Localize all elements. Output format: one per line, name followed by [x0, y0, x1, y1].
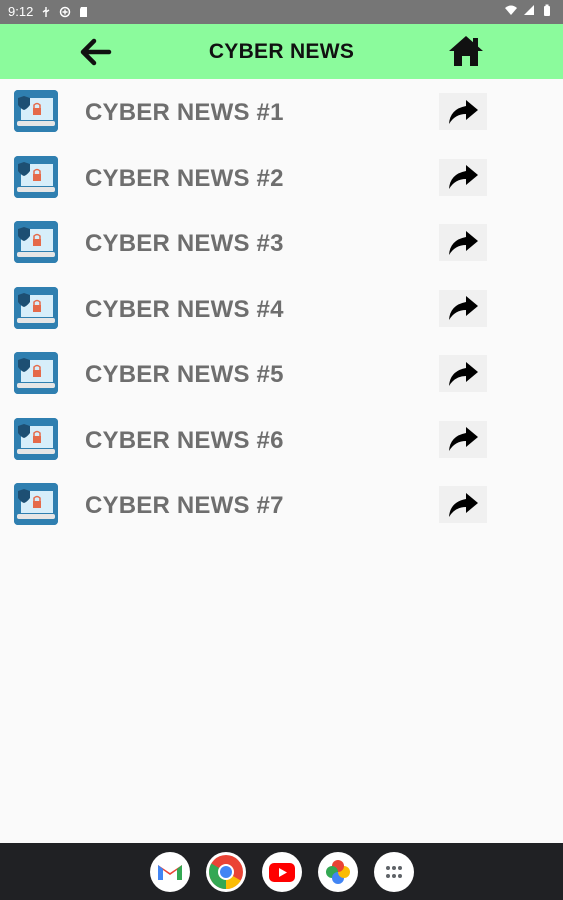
sd-card-icon [80, 6, 88, 17]
news-thumbnail [14, 221, 58, 263]
signal-icon [524, 5, 534, 15]
news-title: CYBER NEWS #6 [85, 426, 284, 454]
share-arrow-icon [449, 361, 478, 386]
status-time: 9:12 [8, 4, 34, 19]
share-button[interactable] [439, 158, 487, 196]
share-arrow-icon [449, 99, 478, 124]
news-title: CYBER NEWS #3 [85, 230, 284, 257]
list-item[interactable]: CYBER NEWS #2 [0, 145, 563, 211]
list-item[interactable]: CYBER NEWS #3 [0, 210, 563, 276]
news-title: CYBER NEWS #1 [85, 99, 284, 126]
app-bar: CYBER NEWS [0, 24, 563, 79]
share-button[interactable] [439, 224, 487, 261]
battery-icon [544, 4, 550, 16]
nav-bar [0, 843, 563, 900]
news-thumbnail [14, 286, 58, 329]
share-arrow-icon [449, 427, 478, 451]
app-drawer-icon[interactable] [374, 852, 414, 892]
list-item[interactable]: CYBER NEWS #1 [0, 79, 563, 145]
home-icon[interactable] [446, 32, 486, 70]
share-arrow-icon [449, 296, 478, 320]
data-saver-icon [60, 6, 71, 17]
share-button[interactable] [439, 93, 487, 130]
share-button[interactable] [439, 420, 487, 458]
news-list: CYBER NEWS #1 CYBER NEWS #2 CYBER NEWS #… [0, 79, 563, 538]
photos-icon[interactable] [318, 852, 358, 892]
chrome-icon[interactable] [206, 852, 246, 892]
share-button[interactable] [439, 355, 487, 392]
share-button[interactable] [439, 289, 487, 327]
news-title: CYBER NEWS #7 [85, 492, 284, 519]
share-arrow-icon [449, 165, 478, 189]
news-title: CYBER NEWS #4 [85, 295, 284, 323]
gmail-icon[interactable] [150, 852, 190, 892]
news-thumbnail [14, 155, 58, 198]
news-thumbnail [14, 417, 58, 460]
list-item[interactable]: CYBER NEWS #4 [0, 276, 563, 342]
news-thumbnail [14, 352, 58, 394]
status-bar: 9:12 [0, 0, 563, 24]
list-item[interactable]: CYBER NEWS #7 [0, 472, 563, 538]
news-title: CYBER NEWS #5 [85, 361, 284, 388]
news-title: CYBER NEWS #2 [85, 164, 284, 192]
news-thumbnail [14, 483, 58, 525]
usb-icon [42, 6, 50, 17]
news-thumbnail [14, 90, 58, 132]
share-arrow-icon [449, 492, 478, 517]
list-item[interactable]: CYBER NEWS #6 [0, 407, 563, 473]
youtube-icon[interactable] [262, 852, 302, 892]
wifi-icon [505, 5, 517, 15]
list-item[interactable]: CYBER NEWS #5 [0, 341, 563, 407]
share-arrow-icon [449, 230, 478, 255]
share-button[interactable] [439, 486, 487, 523]
